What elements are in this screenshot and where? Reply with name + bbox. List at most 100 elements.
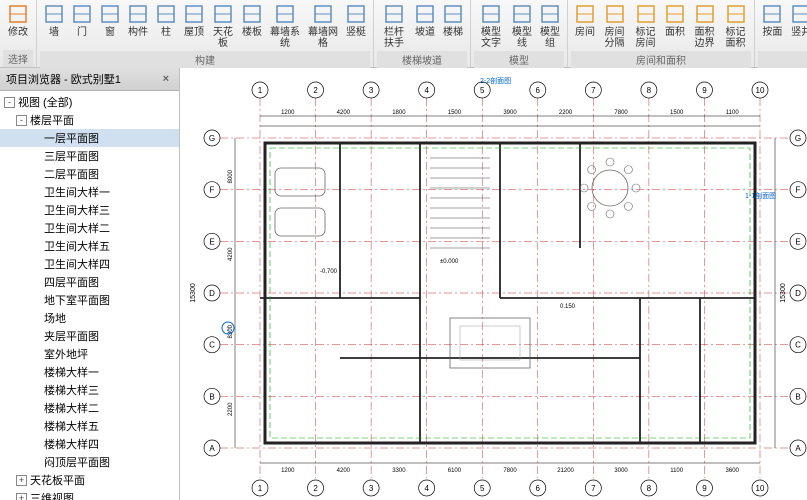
column-button[interactable]: 柱 (152, 0, 180, 51)
area-bound-icon (693, 2, 717, 26)
tree-node[interactable]: -视图 (全部) (0, 93, 179, 111)
leaf-icon (30, 259, 41, 270)
tree-node[interactable]: 卫生间大样三 (0, 201, 179, 219)
model-group-button[interactable]: 模型组 (536, 0, 564, 51)
tree-node[interactable]: 地下室平面图 (0, 291, 179, 309)
expand-icon[interactable]: + (16, 475, 27, 486)
ribbon-button-label: 构件 (128, 27, 148, 38)
ribbon-button-label: 楼板 (242, 27, 262, 38)
tree-node[interactable]: +天花板平面 (0, 471, 179, 489)
svg-text:1200: 1200 (281, 468, 295, 474)
ribbon-button-label: 屋顶 (184, 27, 204, 38)
tree-node[interactable]: -楼层平面 (0, 111, 179, 129)
collapse-icon[interactable]: - (16, 115, 27, 126)
tree-node[interactable]: 室外地坪 (0, 345, 179, 363)
svg-text:7: 7 (591, 484, 596, 493)
room-button[interactable]: 房间 (571, 0, 599, 51)
tree-node[interactable]: 楼梯大样一 (0, 363, 179, 381)
close-icon[interactable]: × (159, 73, 173, 85)
tree-node[interactable]: 四层平面图 (0, 273, 179, 291)
room-tag-button[interactable]: 标记房间 (630, 0, 661, 51)
tree-node[interactable]: +三维视图 (0, 489, 179, 500)
svg-text:4: 4 (424, 484, 429, 493)
tree-node[interactable]: 场地 (0, 309, 179, 327)
svg-text:5: 5 (480, 86, 485, 95)
leaf-icon (30, 403, 41, 414)
wall-button[interactable]: 墙 (40, 0, 68, 51)
cursor-button[interactable]: 修改 (3, 0, 33, 50)
mullion-button[interactable]: 竖梃 (342, 0, 370, 51)
tree-node[interactable]: 闷顶层平面图 (0, 453, 179, 471)
svg-text:A: A (795, 444, 801, 453)
ribbon-button-label: 房间 (575, 27, 595, 38)
tree-node[interactable]: 卫生间大样一 (0, 183, 179, 201)
ribbon-button-label: 模型组 (539, 27, 561, 49)
ribbon-button-label: 坡道 (415, 27, 435, 38)
leaf-icon (30, 313, 41, 324)
roof-button[interactable]: 屋顶 (180, 0, 208, 51)
svg-text:6: 6 (536, 484, 541, 493)
floor-button[interactable]: 楼板 (238, 0, 266, 51)
drawing-canvas[interactable]: 1122334455667788991010AABBCCDDEEFFGG1200… (180, 68, 807, 500)
tree-node[interactable]: 楼梯大样四 (0, 435, 179, 453)
ceiling-button[interactable]: 天花板 (208, 0, 238, 51)
room-tag-icon (634, 2, 658, 26)
svg-text:7: 7 (591, 86, 596, 95)
svg-text:8: 8 (647, 86, 652, 95)
svg-text:2200: 2200 (559, 110, 573, 116)
door-button[interactable]: 门 (68, 0, 96, 51)
cursor-icon (6, 2, 30, 26)
tree-node[interactable]: 二层平面图 (0, 165, 179, 183)
curtain-grid-button[interactable]: 幕墙网格 (304, 0, 342, 51)
model-text-button[interactable]: 模型文字 (474, 0, 508, 51)
tree-node[interactable]: 楼梯大样二 (0, 399, 179, 417)
leaf-icon (30, 133, 41, 144)
ribbon-button-label: 面积 (665, 27, 685, 38)
tree-node[interactable]: 卫生间大样五 (0, 237, 179, 255)
model-line-button[interactable]: 模型线 (508, 0, 536, 51)
floor-plan-drawing: 1122334455667788991010AABBCCDDEEFFGG1200… (180, 68, 807, 500)
tree-node-label: 卫生间大样四 (44, 256, 110, 272)
by-face-button[interactable]: 按面 (758, 0, 787, 51)
stairs-button[interactable]: 楼梯 (439, 0, 467, 51)
leaf-icon (30, 151, 41, 162)
tree-node[interactable]: 楼梯大样三 (0, 381, 179, 399)
room-sep-button[interactable]: 房间分隔 (599, 0, 630, 51)
room-icon (573, 2, 597, 26)
svg-text:9: 9 (702, 484, 707, 493)
model-group-icon (538, 2, 562, 26)
tree-node[interactable]: 一层平面图 (0, 129, 179, 147)
area-tag-button[interactable]: 标记面积 (720, 0, 751, 51)
svg-text:3900: 3900 (503, 110, 517, 116)
area-button[interactable]: 面积 (661, 0, 689, 51)
railing-button[interactable]: 栏杆扶手 (377, 0, 411, 51)
expand-icon[interactable]: + (16, 493, 27, 500)
ramp-button[interactable]: 坡道 (411, 0, 439, 51)
column-icon (154, 2, 178, 26)
ribbon-group: 模型文字模型线模型组模型 (471, 0, 568, 67)
curtain-sys-button[interactable]: 幕墙系统 (266, 0, 304, 51)
component-button[interactable]: 构件 (124, 0, 152, 51)
tree-node-label: 一层平面图 (44, 130, 99, 146)
shaft-button[interactable]: 竖井 (787, 0, 807, 51)
stairs-icon (441, 2, 465, 26)
svg-text:C: C (795, 341, 801, 350)
area-bound-button[interactable]: 面积边界 (689, 0, 720, 51)
tree-node[interactable]: 楼梯大样五 (0, 417, 179, 435)
tree-node-label: 卫生间大样二 (44, 220, 110, 236)
leaf-icon (30, 223, 41, 234)
room-sep-icon (603, 2, 627, 26)
ribbon-button-label: 按面 (762, 27, 782, 38)
tree-node[interactable]: 卫生间大样四 (0, 255, 179, 273)
model-text-icon (479, 2, 503, 26)
door-icon (70, 2, 94, 26)
tree-node[interactable]: 夹层平面图 (0, 327, 179, 345)
window-button[interactable]: 窗 (96, 0, 124, 51)
tree-node[interactable]: 三层平面图 (0, 147, 179, 165)
tree-node[interactable]: 卫生间大样二 (0, 219, 179, 237)
collapse-icon[interactable]: - (4, 97, 15, 108)
svg-text:2200: 2200 (228, 402, 234, 416)
ribbon-button-label: 修改 (8, 27, 28, 38)
tree-node-label: 夹层平面图 (44, 328, 99, 344)
svg-text:10: 10 (756, 484, 765, 493)
